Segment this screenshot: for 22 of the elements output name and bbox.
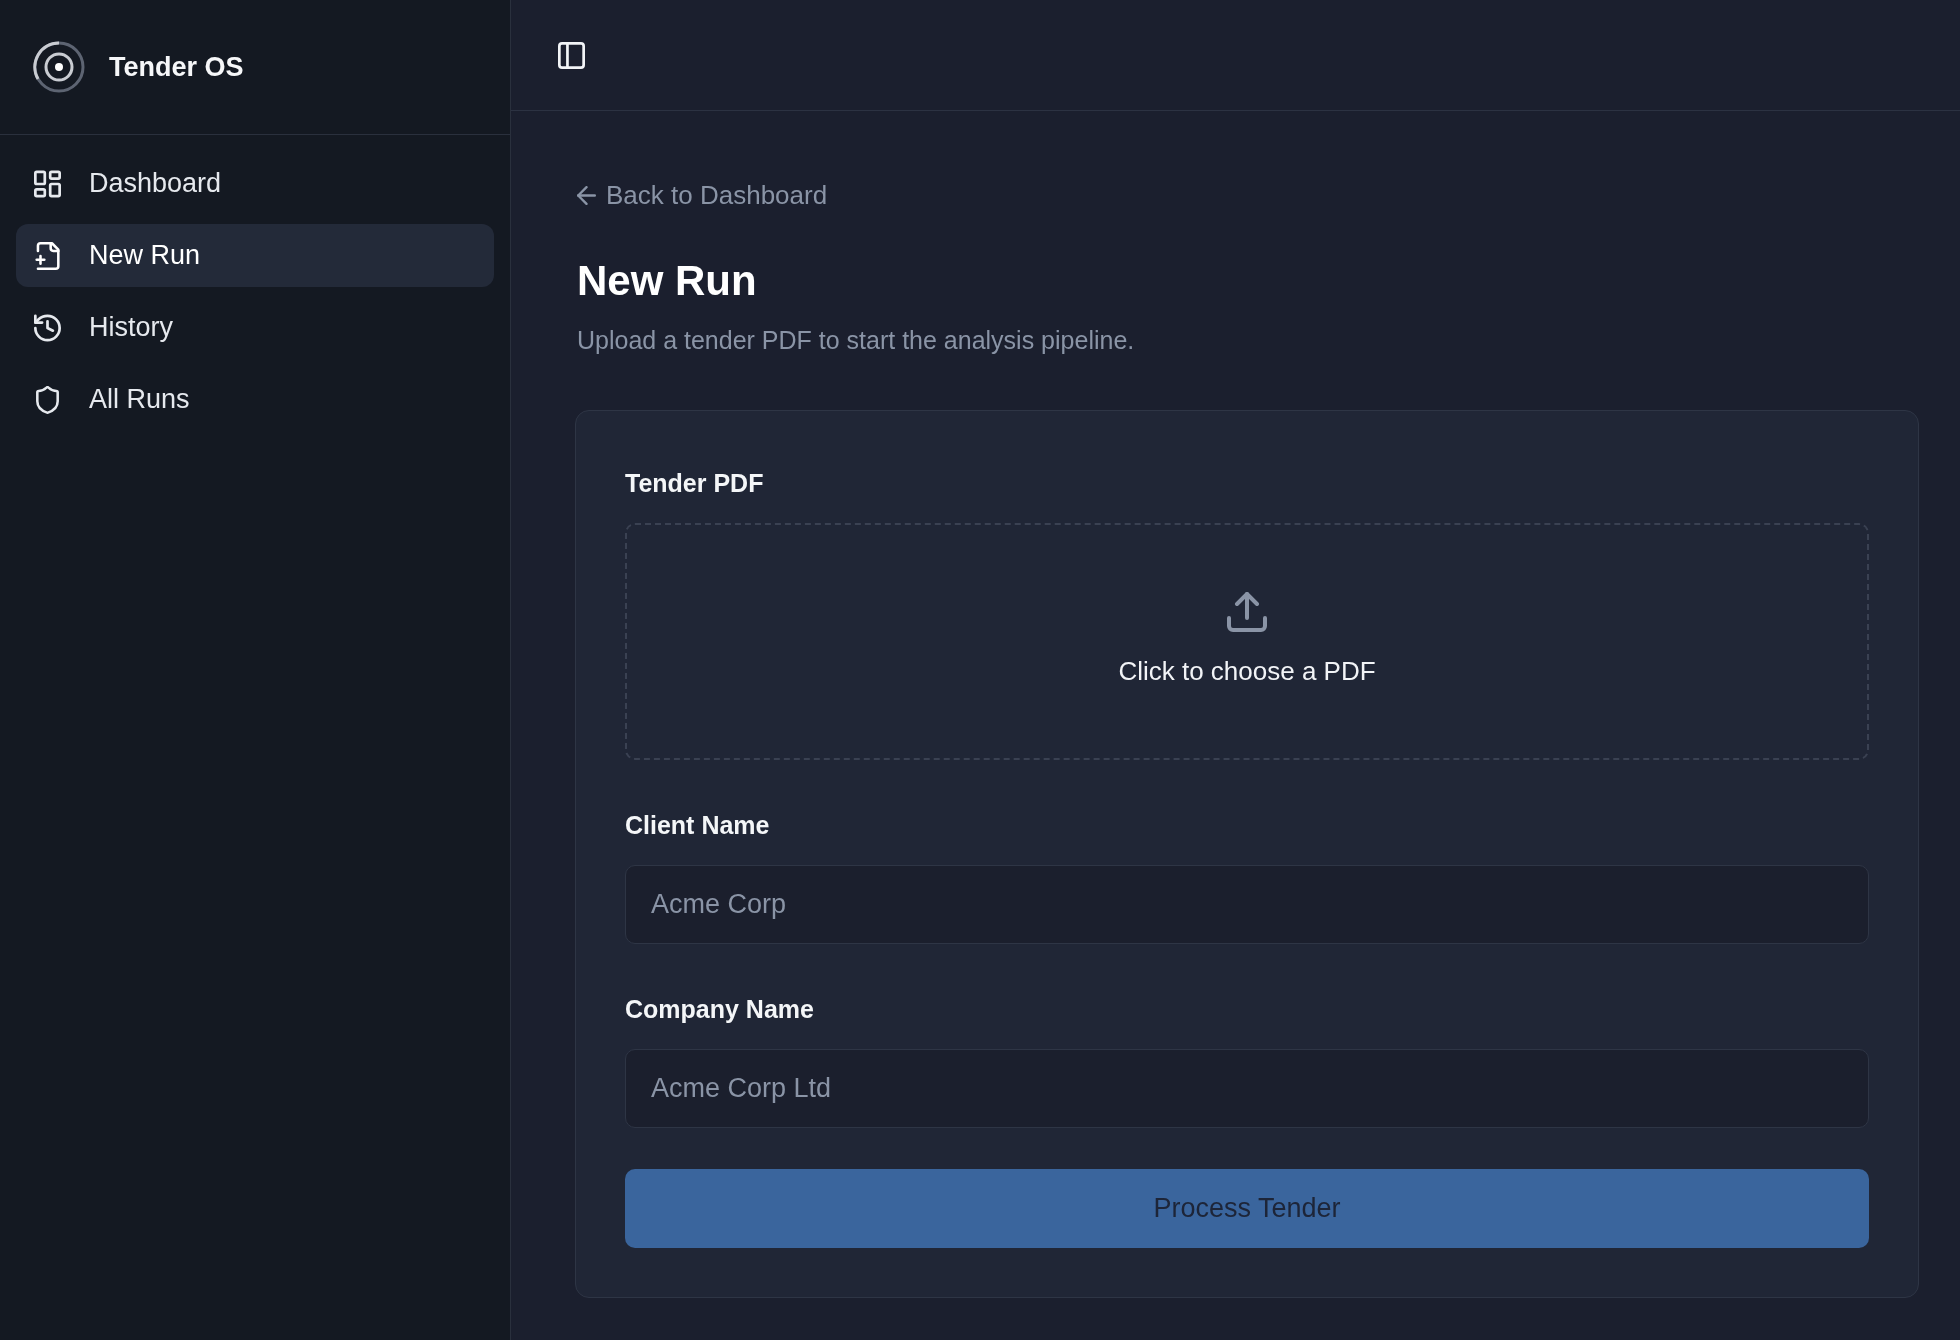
sidebar-toggle-button[interactable] [558,41,585,69]
back-link[interactable]: Back to Dashboard [575,180,828,211]
field-label: Client Name [625,810,770,840]
sidebar-item[interactable]: Dashboard [16,152,494,215]
page-title: New Run [576,256,757,306]
shield-icon [34,385,61,414]
text-input-field[interactable]: Acme Corp [625,865,1869,944]
file-plus-icon [34,241,61,270]
sidebar-panel-icon [558,41,585,69]
sidebar-item[interactable]: New Run [16,224,494,287]
page-subtitle: Upload a tender PDF to start the analysis pipeline. [576,325,1135,355]
text-input-field[interactable]: Acme Corp Ltd [625,1049,1869,1128]
upload-icon [1227,591,1267,632]
sidebar-item[interactable]: All Runs [16,368,494,431]
field-label: Tender PDF [625,468,764,498]
logo-icon [33,41,85,93]
grid-icon [34,169,61,198]
field-label: Company Name [625,994,814,1024]
app-name: Tender OS [109,51,244,83]
sidebar-item[interactable]: History [16,296,494,359]
history-icon [34,313,61,342]
file-drop-zone[interactable]: Click to choose a PDF [625,523,1869,760]
